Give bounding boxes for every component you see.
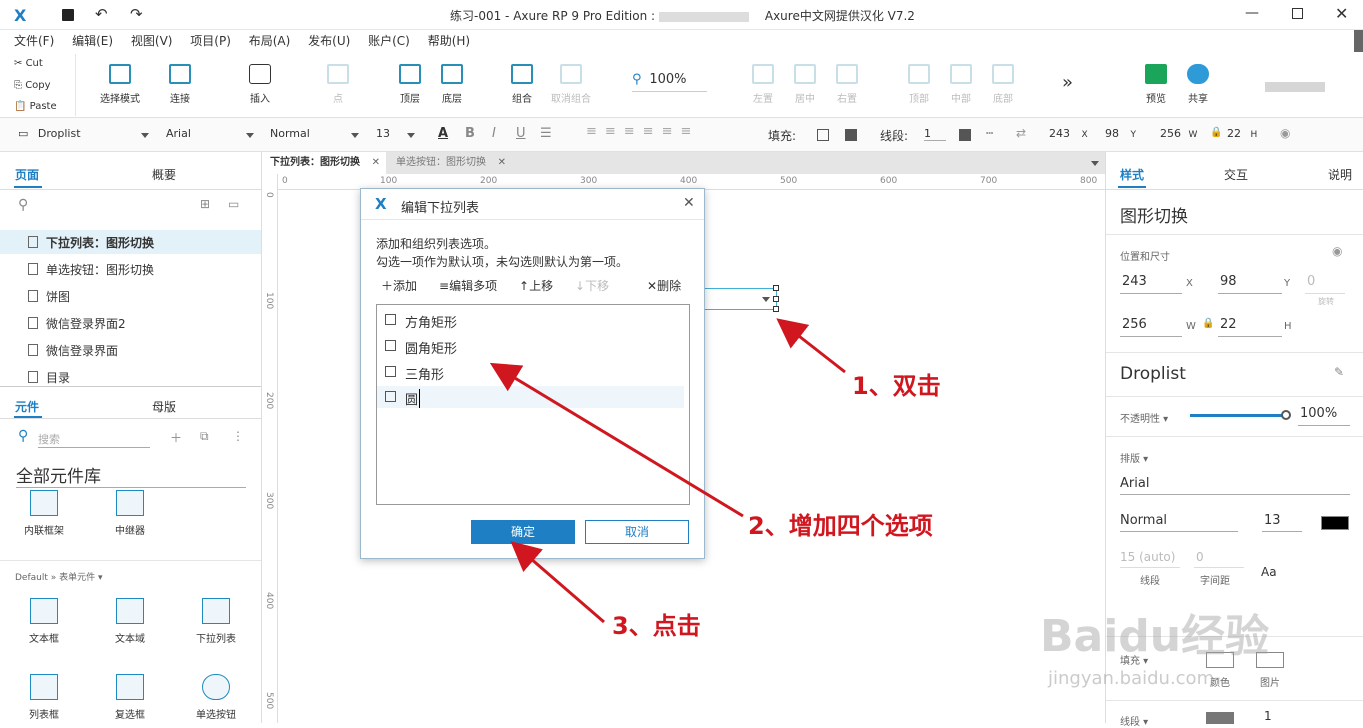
w-input[interactable]: 256: [1122, 317, 1147, 332]
annotation-double-click: 1、双击: [852, 372, 941, 400]
stroke-color-swatch[interactable]: [1206, 712, 1234, 724]
opacity-slider-fill: [1190, 414, 1286, 417]
edit-style-icon[interactable]: ✎: [1334, 365, 1344, 379]
opacity-label[interactable]: 不透明性 ▾: [1120, 410, 1168, 425]
stroke-width-input[interactable]: 1: [1264, 709, 1272, 723]
typography-label[interactable]: 排版 ▾: [1120, 450, 1148, 465]
tab-style[interactable]: 样式: [1120, 166, 1144, 183]
font-weight-select[interactable]: Normal: [1120, 513, 1167, 528]
annotation-add-options: 2、增加四个选项: [748, 512, 933, 540]
arrow-to-options: [489, 362, 744, 518]
rotation-input[interactable]: 0: [1307, 274, 1315, 289]
font-size-input[interactable]: 13: [1264, 513, 1281, 528]
arrow-to-ok: [510, 541, 605, 624]
font-color-swatch[interactable]: [1321, 516, 1349, 530]
line-height-input[interactable]: 15 (auto): [1120, 550, 1175, 564]
annotation-click: 3、点击: [612, 612, 701, 640]
style-name-select[interactable]: Droplist: [1120, 364, 1186, 384]
opacity-slider[interactable]: [1190, 410, 1291, 420]
h-input[interactable]: 22: [1220, 317, 1237, 332]
baidu-watermark-url: jingyan.baidu.com: [1048, 668, 1215, 689]
x-input[interactable]: 243: [1122, 274, 1147, 289]
position-size-label: 位置和尺寸: [1120, 252, 1170, 263]
eye-icon[interactable]: ◉: [1332, 244, 1342, 258]
text-shadow-icon[interactable]: Aa: [1261, 565, 1277, 579]
baidu-watermark: Baidu经验: [1040, 611, 1270, 662]
opacity-input[interactable]: 100%: [1300, 406, 1337, 421]
font-select[interactable]: Arial: [1120, 476, 1149, 491]
tab-notes[interactable]: 说明: [1328, 166, 1352, 183]
lock-icon[interactable]: 🔒: [1202, 318, 1214, 329]
letter-spacing-input[interactable]: 0: [1196, 550, 1204, 564]
stroke-label[interactable]: 线段 ▾: [1120, 713, 1148, 728]
widget-name[interactable]: 图形切换: [1120, 202, 1188, 227]
arrow-to-droplist: [776, 318, 846, 374]
y-input[interactable]: 98: [1220, 274, 1237, 289]
opacity-slider-knob[interactable]: [1281, 410, 1291, 420]
tab-interactions[interactable]: 交互: [1224, 166, 1248, 183]
